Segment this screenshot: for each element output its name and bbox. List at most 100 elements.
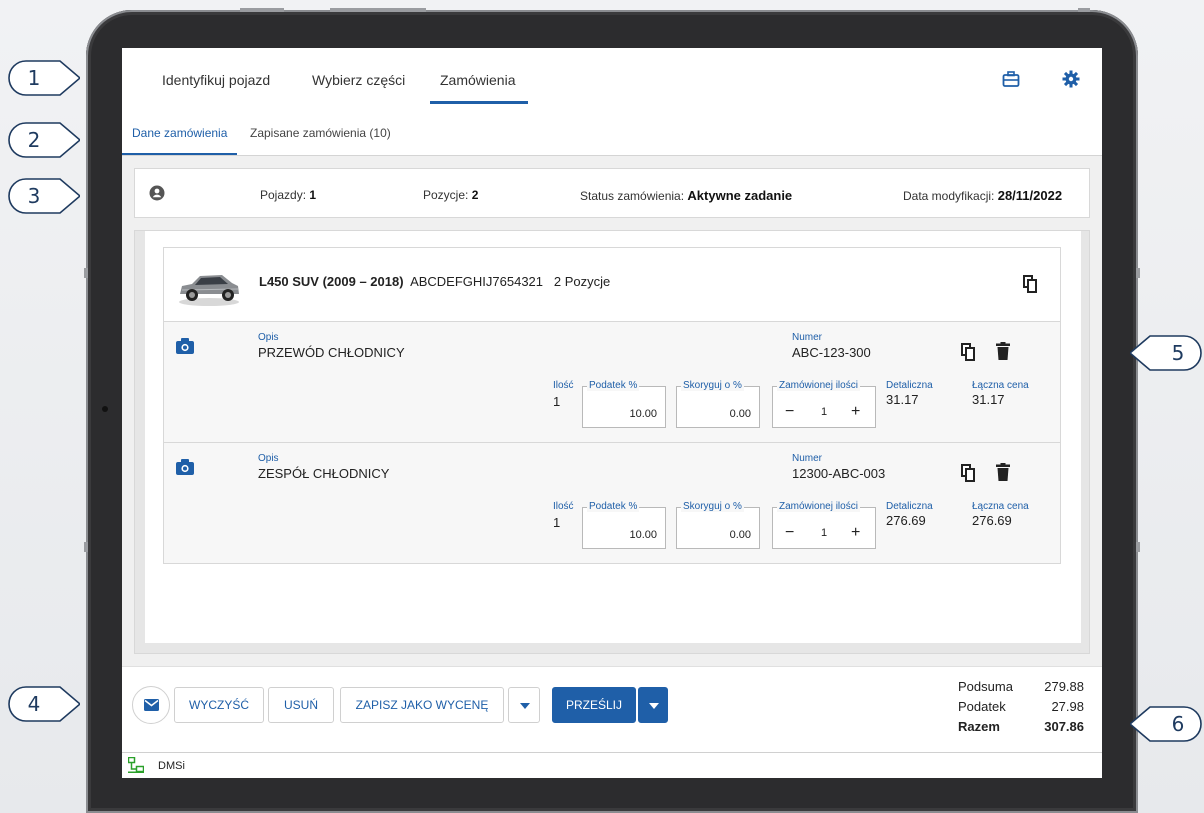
tax-field[interactable]: Podatek % 10.00 — [582, 501, 666, 549]
save-as-quote-button[interactable]: ZAPISZ JAKO WYCENĘ — [340, 687, 504, 723]
trash-icon[interactable] — [996, 342, 1010, 365]
callout-5: 5 — [1130, 335, 1202, 371]
active-subtab-indicator — [122, 153, 237, 155]
description-label: Opis — [258, 332, 279, 343]
callout-number: 2 — [27, 128, 41, 152]
order-summary-bar: Pojazdy: 1 Pozycje: 2 Status zamówienia:… — [134, 168, 1090, 218]
order-panel-inner: L450 SUV (2009 – 2018) ABCDEFGHIJ7654321… — [145, 231, 1081, 643]
network-connected-icon — [128, 757, 144, 773]
delete-button[interactable]: USUŃ — [268, 687, 334, 723]
vehicle-model: L450 SUV (2009 – 2018) — [259, 274, 404, 289]
tax-label: Podatek % — [587, 501, 640, 512]
tab-select-parts[interactable]: Wybierz części — [312, 72, 405, 88]
order-totals: Podsuma 279.88 Podatek 27.98 Razem 307.86 — [958, 679, 1084, 739]
tablet-button — [84, 542, 88, 552]
positions-label: Pozycje: — [423, 188, 469, 202]
adjust-field[interactable]: Skoryguj o % 0.00 — [676, 501, 760, 549]
save-options-dropdown[interactable] — [508, 687, 540, 723]
user-circle-icon[interactable] — [149, 185, 165, 204]
callout-number: 1 — [27, 66, 41, 90]
minus-icon[interactable]: − — [785, 524, 794, 542]
retail-value: 31.17 — [886, 392, 919, 407]
ordered-value: 1 — [821, 406, 828, 418]
briefcase-icon[interactable] — [1002, 70, 1020, 88]
send-options-dropdown[interactable] — [638, 687, 668, 723]
camera-icon[interactable] — [176, 338, 194, 359]
tab-order-details[interactable]: Dane zamówienia — [132, 126, 227, 140]
order-line: Opis ZESPÓŁ CHŁODNICY Numer 12300-ABC-00… — [163, 442, 1061, 564]
total-price-label: Łączna cena — [972, 380, 1029, 391]
total-price-value: 31.17 — [972, 392, 1005, 407]
callout-2: 2 — [8, 122, 80, 158]
vehicle-description: L450 SUV (2009 – 2018) ABCDEFGHIJ7654321… — [259, 274, 610, 289]
tab-saved-orders[interactable]: Zapisane zamówienia (10) — [250, 126, 391, 140]
tablet-button — [84, 268, 88, 278]
retail-label: Detaliczna — [886, 501, 933, 512]
plus-icon[interactable]: + — [851, 403, 860, 421]
minus-icon[interactable]: − — [785, 403, 794, 421]
email-button[interactable] — [132, 686, 170, 724]
send-button[interactable]: PRZEŚLIJ — [552, 687, 636, 723]
tax-value: 10.00 — [629, 529, 657, 541]
callout-number: 6 — [1171, 712, 1185, 736]
tax-field[interactable]: Podatek % 10.00 — [582, 380, 666, 428]
description-value: PRZEWÓD CHŁODNICY — [258, 345, 405, 360]
vehicles-count: Pojazdy: 1 — [260, 188, 316, 202]
clear-button[interactable]: WYCZYŚĆ — [174, 687, 264, 723]
positions-value: 2 — [471, 188, 479, 202]
number-value: 12300-ABC-003 — [792, 466, 886, 481]
chevron-down-icon — [649, 703, 659, 709]
number-label: Numer — [792, 453, 823, 464]
vehicle-image — [176, 264, 242, 308]
ordered-quantity-stepper[interactable]: Zamówionej ilości − 1 + — [772, 380, 876, 428]
top-navigation: Identyfikuj pojazd Wybierz części Zamówi… — [122, 48, 1102, 106]
camera-lens — [102, 406, 108, 412]
callout-number: 3 — [27, 184, 41, 208]
number-value: ABC-123-300 — [792, 345, 871, 360]
vehicle-positions: 2 Pozycje — [553, 274, 611, 289]
number-label: Numer — [792, 332, 823, 343]
modified-label: Data modyfikacji: — [903, 189, 995, 203]
camera-icon[interactable] — [176, 459, 194, 480]
plus-icon[interactable]: + — [851, 524, 860, 542]
copy-icon[interactable] — [960, 342, 976, 367]
ordered-value: 1 — [821, 527, 828, 539]
subtotal-label: Podsuma — [958, 679, 1013, 694]
adjust-label: Skoryguj o % — [681, 501, 744, 512]
ordered-label: Zamówionej ilości — [777, 380, 860, 391]
subtotal-value: 279.88 — [1044, 679, 1084, 694]
tablet-button — [240, 8, 284, 12]
vehicle-vin: ABCDEFGHIJ7654321 — [410, 274, 544, 289]
trash-icon[interactable] — [996, 463, 1010, 486]
app-screen: Identyfikuj pojazd Wybierz części Zamówi… — [122, 48, 1102, 778]
sub-navigation: Dane zamówienia Zapisane zamówienia (10) — [122, 106, 1102, 156]
gear-icon[interactable] — [1062, 70, 1080, 88]
system-label: DMSi — [158, 760, 185, 772]
adjust-field[interactable]: Skoryguj o % 0.00 — [676, 380, 760, 428]
tablet-button — [1078, 8, 1090, 12]
grand-total-label: Razem — [958, 719, 1000, 734]
ordered-quantity-stepper[interactable]: Zamówionej ilości − 1 + — [772, 501, 876, 549]
modified-value: 28/11/2022 — [997, 188, 1063, 203]
callout-number: 4 — [27, 692, 41, 716]
tablet-button — [1136, 542, 1140, 552]
tax-value: 10.00 — [629, 408, 657, 420]
callout-4: 4 — [8, 686, 80, 722]
order-line: Opis PRZEWÓD CHŁODNICY Numer ABC-123-300… — [163, 321, 1061, 443]
status-value: Aktywne zadanie — [687, 188, 793, 203]
callout-6: 6 — [1130, 706, 1202, 742]
grand-total-value: 307.86 — [1044, 719, 1084, 734]
callout-1: 1 — [8, 60, 80, 96]
action-bar: WYCZYŚĆ USUŃ ZAPISZ JAKO WYCENĘ PRZEŚLIJ… — [122, 666, 1102, 752]
total-price-label: Łączna cena — [972, 501, 1029, 512]
tab-orders[interactable]: Zamówienia — [440, 72, 515, 88]
callout-3: 3 — [8, 178, 80, 214]
retail-label: Detaliczna — [886, 380, 933, 391]
vehicles-value: 1 — [309, 188, 317, 202]
copy-icon[interactable] — [1022, 274, 1038, 299]
tax-total-label: Podatek — [958, 699, 1006, 714]
adjust-label: Skoryguj o % — [681, 380, 744, 391]
positions-count: Pozycje: 2 — [423, 188, 478, 202]
tab-identify-vehicle[interactable]: Identyfikuj pojazd — [162, 72, 270, 88]
copy-icon[interactable] — [960, 463, 976, 488]
